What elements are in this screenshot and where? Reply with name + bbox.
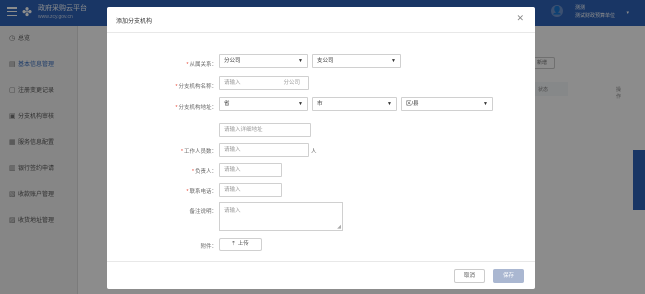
district-select-value: 区/县 bbox=[406, 101, 419, 107]
branch-name-placeholder: 请输入 bbox=[224, 80, 241, 86]
leader-label: *负责人： bbox=[192, 167, 217, 175]
affiliation-select-1[interactable]: 分公司 ▼ bbox=[219, 54, 308, 68]
detail-address-placeholder: 请输入详细地址 bbox=[224, 127, 263, 133]
remark-textarea[interactable]: 请输入 ◢ bbox=[219, 202, 343, 231]
save-button[interactable]: 保存 bbox=[493, 269, 524, 283]
staff-label: *工作人员数： bbox=[181, 147, 217, 155]
remark-label: 备注说明： bbox=[189, 209, 217, 215]
detail-address-input[interactable]: 请输入详细地址 bbox=[219, 123, 311, 137]
caret-down-icon: ▼ bbox=[483, 101, 488, 107]
phone-label: *联系电话： bbox=[186, 187, 217, 195]
upload-button[interactable]: ⤒ 上传 bbox=[219, 238, 262, 251]
branch-name-suffix: 分公司 bbox=[283, 80, 300, 86]
remark-placeholder: 请输入 bbox=[224, 208, 241, 214]
upload-button-label: 上传 bbox=[237, 241, 249, 247]
staff-count-placeholder: 请输入 bbox=[224, 147, 241, 153]
staff-count-input[interactable]: 请输入 bbox=[219, 143, 309, 157]
name-label: *分支机构名称： bbox=[175, 82, 217, 90]
caret-down-icon: ▼ bbox=[391, 58, 396, 64]
attachment-label: 附件： bbox=[200, 244, 217, 250]
resize-grip-icon[interactable]: ◢ bbox=[337, 224, 341, 230]
affiliation-select-2[interactable]: 支公司 ▼ bbox=[312, 54, 401, 68]
leader-label-text: 负责人： bbox=[194, 169, 217, 175]
staff-label-text: 工作人员数： bbox=[183, 149, 217, 155]
caret-down-icon: ▼ bbox=[298, 58, 303, 64]
province-select[interactable]: 省 ▼ bbox=[219, 97, 308, 111]
dialog-body: *从属关系： 分公司 ▼ 支公司 ▼ *分支机构名称： 请输入 分公司 *分支机构地址… bbox=[107, 33, 535, 261]
district-select[interactable]: 区/县 ▼ bbox=[401, 97, 493, 111]
city-select-value: 市 bbox=[317, 101, 323, 107]
leader-input[interactable]: 请输入 bbox=[219, 163, 282, 177]
dialog-header: 添加分支机构 ✕ bbox=[107, 7, 535, 33]
caret-down-icon: ▼ bbox=[387, 101, 392, 107]
caret-down-icon: ▼ bbox=[298, 101, 303, 107]
cancel-button[interactable]: 取消 bbox=[454, 269, 485, 283]
upload-icon: ⤒ bbox=[232, 241, 235, 247]
affiliation-label-text: 从属关系： bbox=[189, 62, 217, 68]
address-label-text: 分支机构地址： bbox=[178, 105, 217, 111]
dialog-title: 添加分支机构 bbox=[116, 19, 153, 25]
leader-placeholder: 请输入 bbox=[224, 167, 241, 173]
address-label: *分支机构地址： bbox=[175, 103, 217, 111]
branch-name-input[interactable]: 请输入 分公司 bbox=[219, 76, 309, 90]
phone-placeholder: 请输入 bbox=[224, 187, 241, 193]
close-icon[interactable]: ✕ bbox=[516, 14, 524, 23]
add-branch-dialog: 添加分支机构 ✕ *从属关系： 分公司 ▼ 支公司 ▼ *分支机构名称： 请输入 分公… bbox=[107, 7, 535, 289]
phone-label-text: 联系电话： bbox=[189, 189, 217, 195]
phone-input[interactable]: 请输入 bbox=[219, 183, 282, 197]
staff-unit: 人 bbox=[311, 149, 317, 155]
name-label-text: 分支机构名称： bbox=[178, 84, 217, 90]
required-mark: * bbox=[180, 149, 183, 155]
required-mark: * bbox=[191, 169, 194, 175]
affiliation-select-1-value: 分公司 bbox=[224, 58, 241, 64]
province-select-value: 省 bbox=[224, 101, 230, 107]
affiliation-label: *从属关系： bbox=[186, 60, 217, 68]
dialog-footer: 取消 保存 bbox=[107, 261, 535, 289]
city-select[interactable]: 市 ▼ bbox=[312, 97, 397, 111]
affiliation-select-2-value: 支公司 bbox=[317, 58, 334, 64]
